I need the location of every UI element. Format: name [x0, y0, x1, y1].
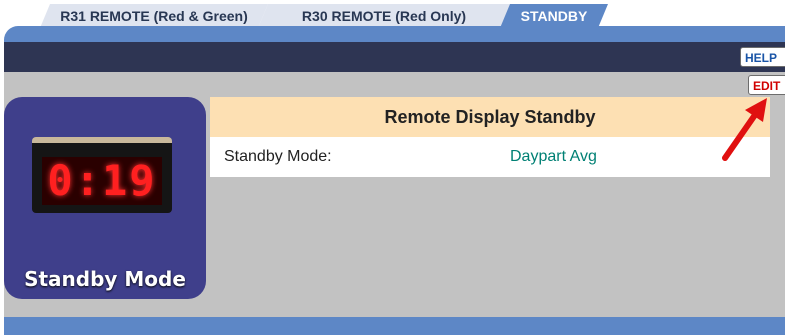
red-arrow-icon [722, 98, 767, 161]
tab-r30-remote[interactable]: R30 REMOTE (Red Only) [258, 4, 510, 28]
standby-mode-image: 0:19 Standby Mode [4, 97, 206, 299]
standby-mode-value: Daypart Avg [510, 148, 597, 165]
nav-bar [4, 42, 785, 72]
tab-standby[interactable]: STANDBY [500, 4, 608, 28]
table-title: Remote Display Standby [210, 97, 770, 137]
image-caption: Standby Mode [24, 267, 186, 291]
tab-bar: R31 REMOTE (Red & Green) R30 REMOTE (Red… [0, 0, 785, 26]
bottom-strip [4, 317, 785, 335]
clock-device: 0:19 [32, 137, 172, 213]
edit-button[interactable]: EDIT [748, 75, 785, 95]
tab-r31-remote[interactable]: R31 REMOTE (Red & Green) [40, 4, 268, 28]
table-row: Standby Mode: Daypart Avg [210, 137, 770, 177]
standby-mode-label: Standby Mode: [224, 148, 332, 165]
help-button[interactable]: HELP [740, 47, 785, 67]
clock-display: 0:19 [42, 157, 162, 205]
